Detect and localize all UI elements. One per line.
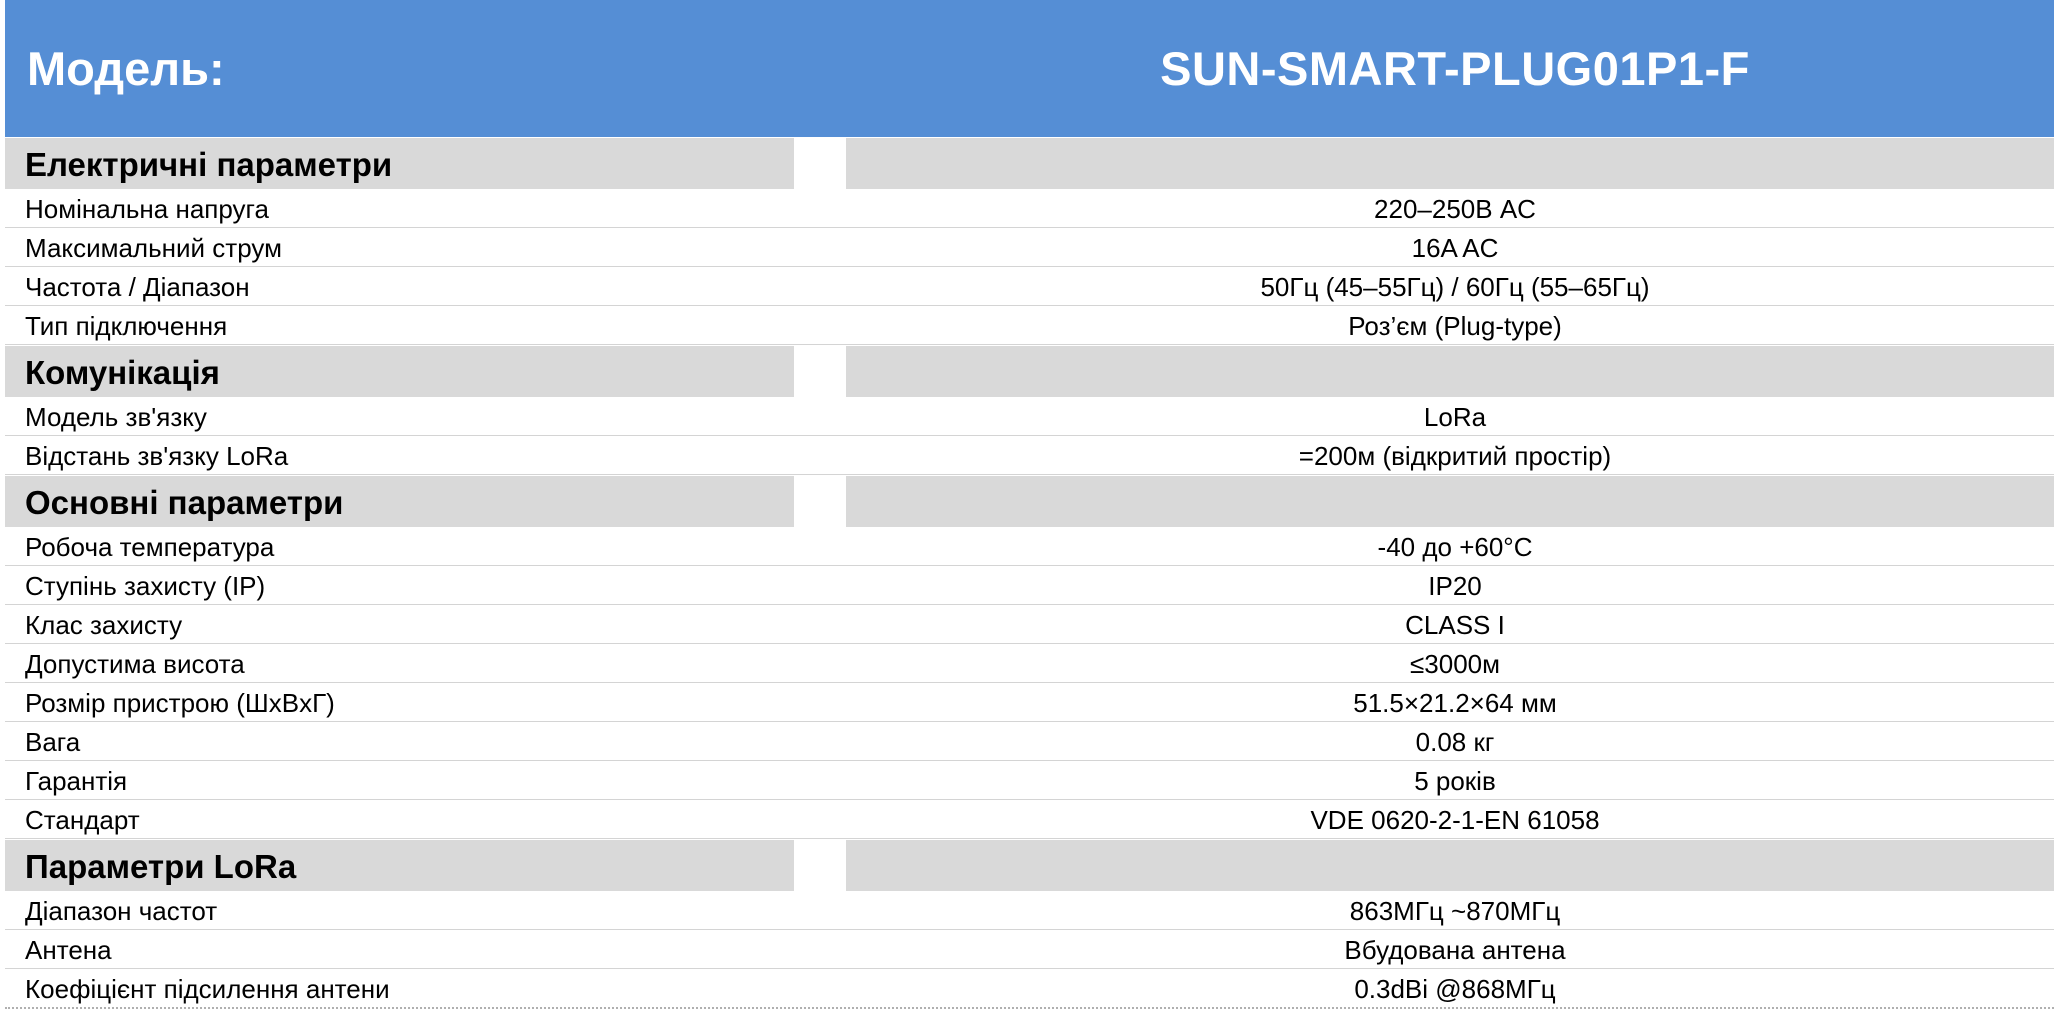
section-header: Комунікація [5,345,2054,397]
model-label: Модель: [27,42,225,95]
model-value: SUN-SMART-PLUG01P1-F [1160,42,1750,95]
row-label: Коефіцієнт підсилення антени [25,974,390,1004]
row-label: Модель зв'язку [25,402,207,432]
table-row: Тип підключення Роз’єм (Plug-type) [5,306,2054,345]
empty-cell [794,476,846,527]
row-value: 0.3dBi @868МГц [1354,974,1556,1004]
row-value: 50Гц (45–55Гц) / 60Гц (55–65Гц) [1260,272,1650,302]
table-row: Антена Вбудована антена [5,930,2054,969]
empty-cell [794,840,846,891]
row-label: Допустима висота [25,649,245,679]
table-row: Відстань зв'язку LoRa =200м (відкритий п… [5,436,2054,475]
row-label: Максимальний струм [25,233,282,263]
table-row: Допустима висота ≤3000м [5,644,2054,683]
row-label: Гарантія [25,766,128,796]
row-value: 5 років [1414,766,1496,796]
row-value: ≤3000м [1410,649,1500,679]
row-value: 220–250В AC [1374,194,1536,224]
table-row: Розмір пристрою (ШxВxГ) 51.5×21.2×64 мм [5,683,2054,722]
table-row: Вага 0.08 кг [5,722,2054,761]
row-value: VDE 0620-2-1-EN 61058 [1310,805,1600,835]
table-row: Робоча температура -40 до +60°C [5,527,2054,566]
table-row: Клас захисту CLASS I [5,605,2054,644]
section-title: Параметри LoRa [25,848,297,885]
table-row: Модель зв'язку LoRa [5,397,2054,436]
table-row: Ступінь захисту (IP) IP20 [5,566,2054,605]
row-label: Стандарт [25,805,140,835]
section-header: Параметри LoRa [5,839,2054,891]
row-value: -40 до +60°C [1377,532,1533,562]
row-value: 16A AC [1411,233,1499,263]
row-label: Тип підключення [25,311,228,341]
header-bar: Модель: SUN-SMART-PLUG01P1-F [5,0,2054,137]
table-row: Частота / Діапазон 50Гц (45–55Гц) / 60Гц… [5,267,2054,306]
row-label: Вага [25,727,81,757]
row-value: 863МГц ~870МГц [1349,896,1561,926]
row-label: Робоча температура [25,532,275,562]
table-row: Номінальна напруга 220–250В AC [5,189,2054,228]
row-value: IP20 [1428,571,1482,601]
row-value: LoRa [1423,402,1487,432]
empty-cell [794,138,846,189]
section-header: Основні параметри [5,475,2054,527]
row-label: Діапазон частот [25,896,218,926]
row-value: =200м (відкритий простір) [1298,441,1612,471]
row-value: 0.08 кг [1415,727,1495,757]
section-title: Основні параметри [25,484,344,521]
row-label: Клас захисту [25,610,183,640]
row-label: Частота / Діапазон [25,272,250,302]
row-value: CLASS I [1405,610,1505,640]
table-row: Гарантія 5 років [5,761,2054,800]
row-label: Номінальна напруга [25,194,269,224]
spec-sheet: Модель: SUN-SMART-PLUG01P1-F Електричні … [5,0,2054,1009]
row-label: Розмір пристрою (ШxВxГ) [25,688,335,718]
section-title: Електричні параметри [25,146,393,183]
table-row: Коефіцієнт підсилення антени 0.3dBi @868… [5,969,2054,1009]
row-label: Антена [25,935,112,965]
row-label: Ступінь захисту (IP) [25,571,266,601]
table-row: Стандарт VDE 0620-2-1-EN 61058 [5,800,2054,839]
row-label: Відстань зв'язку LoRa [25,441,289,471]
table-row: Максимальний струм 16A AC [5,228,2054,267]
row-value: Роз’єм (Plug-type) [1348,311,1562,341]
row-value: 51.5×21.2×64 мм [1353,688,1557,718]
empty-cell [794,346,846,397]
row-value: Вбудована антена [1344,935,1566,965]
table-row: Діапазон частот 863МГц ~870МГц [5,891,2054,930]
section-title: Комунікація [25,354,220,391]
section-header: Електричні параметри [5,137,2054,189]
